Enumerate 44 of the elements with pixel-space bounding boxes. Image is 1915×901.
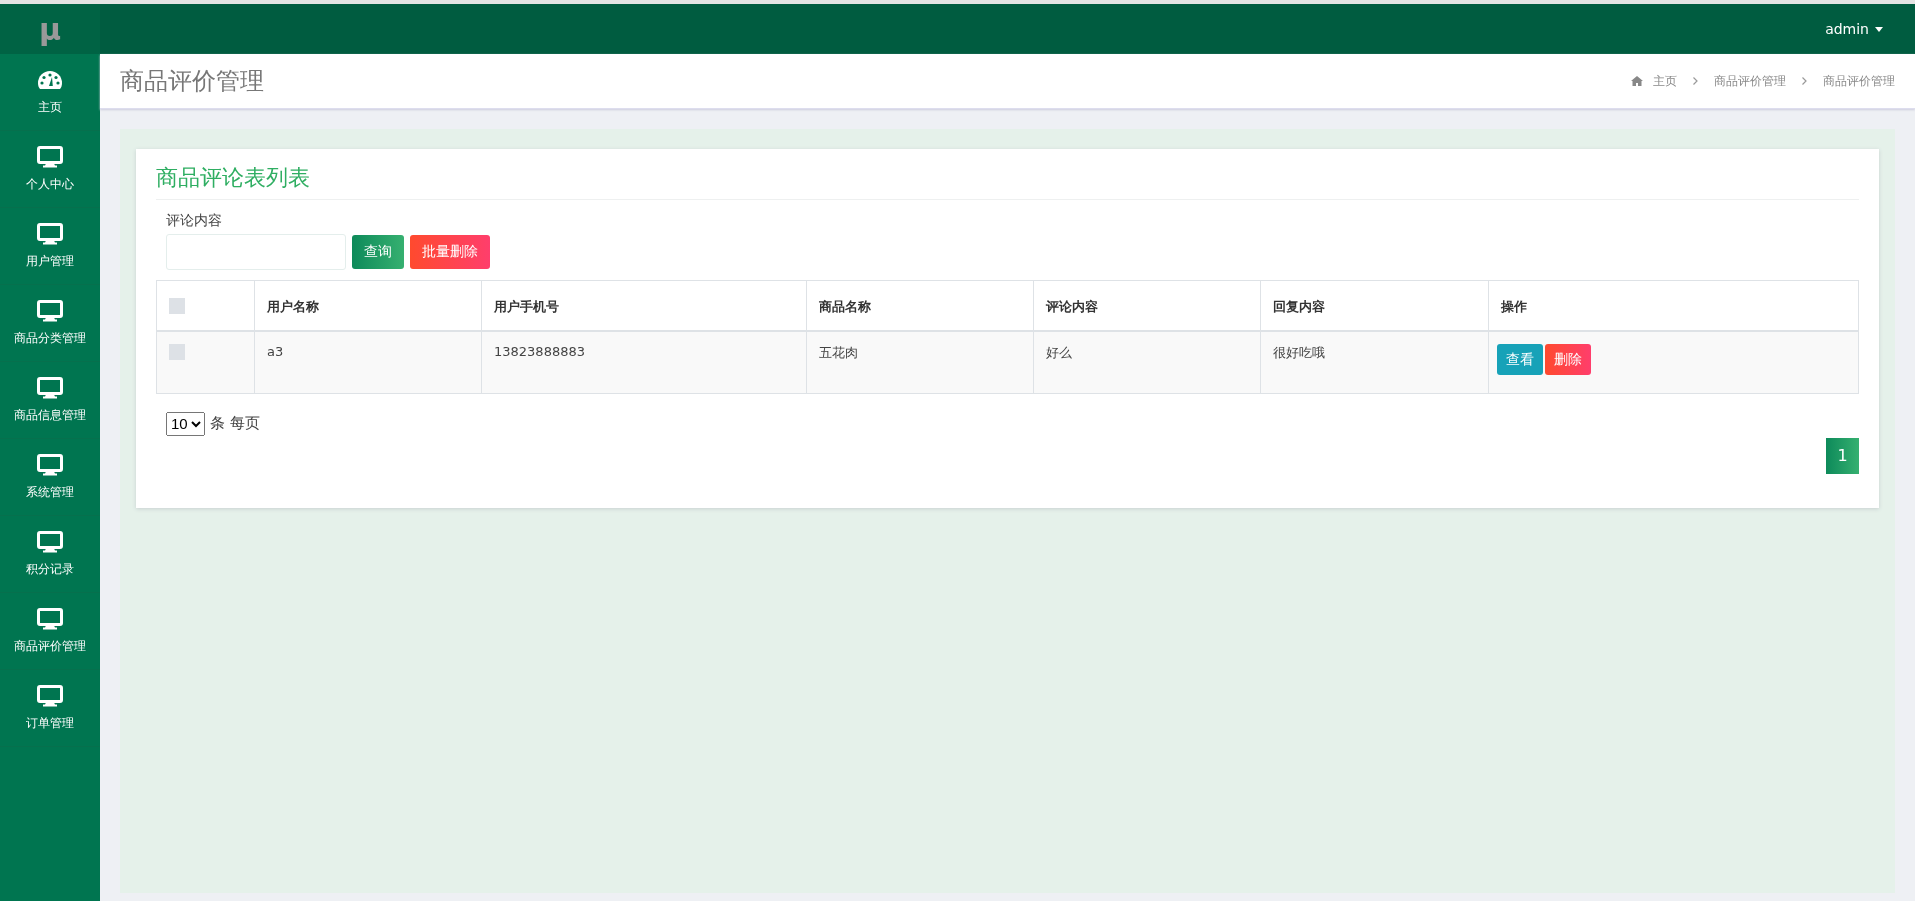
table-cell: 很好吃哦 [1260,331,1489,393]
delete-button[interactable]: 删除 [1545,344,1591,375]
sidebar-item[interactable]: 用户管理 [0,208,100,285]
dashboard-icon [37,68,63,91]
monitor-icon [37,607,63,630]
page-size-select[interactable]: 10 [166,411,205,436]
search-button[interactable]: 查询 [352,235,404,269]
page-size-label: 条 每页 [210,414,260,433]
sidebar-item[interactable]: 商品信息管理 [0,362,100,439]
sidebar-item[interactable]: 商品分类管理 [0,285,100,362]
caret-icon [1875,26,1883,32]
monitor-icon [37,299,63,322]
sidebar-item[interactable]: 系统管理 [0,439,100,516]
monitor-icon [37,222,63,245]
monitor-icon [37,530,63,553]
table-cell: 五花肉 [806,331,1034,393]
logo: μ [0,4,100,54]
card-title: 商品评论表列表 [156,163,1859,200]
field-label: 评论内容 [166,212,223,230]
sidebar-item[interactable]: 商品评价管理 [0,593,100,670]
checkbox[interactable] [169,344,185,360]
monitor-icon [37,453,63,476]
table-cell: 好么 [1033,331,1261,393]
sidebar-item[interactable]: 订单管理 [0,670,100,747]
chevron-icon [1693,77,1698,85]
table-cell: 13823888883 [481,331,807,393]
search-field[interactable] [166,234,346,270]
page-title: 商品评价管理 [120,66,264,97]
monitor-icon [37,684,63,707]
chevron-icon [1802,77,1807,85]
sidebar-item[interactable]: 积分记录 [0,516,100,593]
page-button[interactable]: 1 [1826,437,1859,474]
breadcrumb-link[interactable]: 商品评价管理 [1823,72,1895,90]
home-icon [1631,76,1643,86]
breadcrumb-link[interactable]: 商品评价管理 [1714,72,1786,90]
view-button[interactable]: 查看 [1497,344,1543,375]
batch-delete-button[interactable]: 批量删除 [410,235,490,269]
checkbox[interactable] [169,298,185,314]
breadcrumb-link[interactable]: 主页 [1653,72,1677,90]
user-menu[interactable]: admin [1825,21,1883,37]
monitor-icon [37,145,63,168]
monitor-icon [37,376,63,399]
sidebar-item[interactable]: 个人中心 [0,131,100,208]
table-cell: a3 [254,331,482,393]
